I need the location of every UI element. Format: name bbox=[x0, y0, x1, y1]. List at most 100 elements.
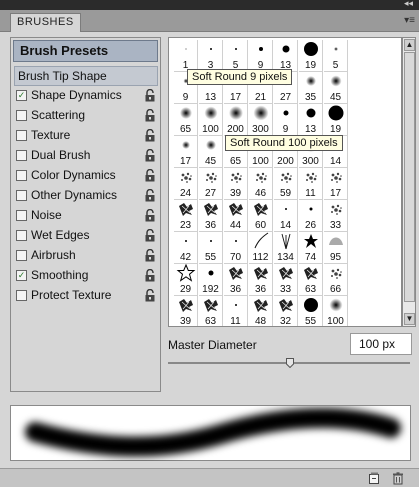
brush-preset[interactable]: 33 bbox=[274, 264, 298, 296]
panel-menu-icon[interactable]: ▾≡ bbox=[404, 15, 415, 26]
lock-icon[interactable] bbox=[144, 109, 156, 122]
brush-preset[interactable]: 59 bbox=[274, 168, 298, 200]
brush-preset[interactable]: 11 bbox=[299, 168, 323, 200]
tab-brushes[interactable]: BRUSHES bbox=[10, 13, 81, 32]
option-checkbox[interactable] bbox=[16, 230, 27, 241]
brush-preset[interactable]: 32 bbox=[274, 296, 298, 326]
brush-preset[interactable]: 26 bbox=[299, 200, 323, 232]
option-scattering[interactable]: Scattering bbox=[14, 106, 158, 126]
scroll-down-button[interactable]: ▼ bbox=[404, 313, 415, 325]
lock-icon[interactable] bbox=[144, 189, 156, 202]
brush-preset[interactable]: 46 bbox=[249, 168, 273, 200]
brush-preset[interactable]: 11 bbox=[224, 296, 248, 326]
option-noise[interactable]: Noise bbox=[14, 206, 158, 226]
brush-preset[interactable]: 17 bbox=[174, 136, 198, 168]
lock-icon[interactable] bbox=[144, 249, 156, 262]
brush-preset[interactable]: 3 bbox=[199, 40, 223, 72]
option-checkbox[interactable] bbox=[16, 190, 27, 201]
new-brush-icon[interactable] bbox=[368, 472, 380, 485]
brush-preset[interactable]: 48 bbox=[249, 296, 273, 326]
lock-icon[interactable] bbox=[144, 269, 156, 282]
option-checkbox[interactable]: ✓ bbox=[16, 270, 27, 281]
brush-preset[interactable]: 74 bbox=[299, 232, 323, 264]
brush-preset[interactable]: 60 bbox=[249, 200, 273, 232]
option-brush-tip-shape[interactable]: Brush Tip Shape bbox=[14, 66, 158, 86]
option-checkbox[interactable]: ✓ bbox=[16, 90, 27, 101]
brush-preset[interactable]: 29 bbox=[174, 264, 198, 296]
brush-preset[interactable]: 100 bbox=[324, 296, 348, 326]
brush-preset[interactable]: 19 bbox=[299, 40, 323, 72]
option-other-dynamics[interactable]: Other Dynamics bbox=[14, 186, 158, 206]
brush-preset[interactable]: 19 bbox=[324, 104, 348, 136]
brush-preset[interactable]: 63 bbox=[199, 296, 223, 326]
master-diameter-slider-thumb[interactable] bbox=[286, 358, 294, 368]
brush-preset[interactable]: 36 bbox=[249, 264, 273, 296]
brush-preset[interactable]: 39 bbox=[174, 296, 198, 326]
brush-preset[interactable]: 55 bbox=[199, 232, 223, 264]
lock-icon[interactable] bbox=[144, 149, 156, 162]
option-smoothing[interactable]: ✓ Smoothing bbox=[14, 266, 158, 286]
brush-preset[interactable]: 45 bbox=[324, 72, 348, 104]
brush-preset[interactable]: 300 bbox=[249, 104, 273, 136]
brush-presets-button[interactable]: Brush Presets bbox=[13, 40, 158, 62]
brush-preset[interactable]: 65 bbox=[174, 104, 198, 136]
brush-preset[interactable]: 35 bbox=[299, 72, 323, 104]
brush-preset[interactable]: 45 bbox=[199, 136, 223, 168]
lock-icon[interactable] bbox=[144, 229, 156, 242]
collapse-icon[interactable]: ◂◂ bbox=[404, 0, 413, 9]
brush-preset[interactable]: 70 bbox=[224, 232, 248, 264]
trash-icon[interactable] bbox=[392, 472, 404, 485]
brush-preset[interactable]: 66 bbox=[324, 264, 348, 296]
scroll-up-button[interactable]: ▲ bbox=[404, 39, 415, 51]
brush-preset[interactable]: 55 bbox=[299, 296, 323, 326]
brush-preset[interactable]: 112 bbox=[249, 232, 273, 264]
lock-icon[interactable] bbox=[144, 129, 156, 142]
scroll-thumb[interactable] bbox=[404, 52, 415, 302]
brush-preset[interactable]: 39 bbox=[224, 168, 248, 200]
brush-preset[interactable]: 36 bbox=[224, 264, 248, 296]
brush-preset[interactable]: 23 bbox=[174, 200, 198, 232]
brush-preset[interactable]: 100 bbox=[199, 104, 223, 136]
option-color-dynamics[interactable]: Color Dynamics bbox=[14, 166, 158, 186]
brush-preset[interactable]: 44 bbox=[224, 200, 248, 232]
brush-preset[interactable]: 14 bbox=[274, 200, 298, 232]
option-checkbox[interactable] bbox=[16, 210, 27, 221]
brush-preset[interactable]: 9 bbox=[249, 40, 273, 72]
brush-preset[interactable]: 1 bbox=[174, 40, 198, 72]
brush-preset[interactable]: 42 bbox=[174, 232, 198, 264]
option-wet-edges[interactable]: Wet Edges bbox=[14, 226, 158, 246]
brush-preset[interactable]: 5 bbox=[324, 40, 348, 72]
option-checkbox[interactable] bbox=[16, 130, 27, 141]
brush-preset[interactable]: 9 bbox=[274, 104, 298, 136]
lock-icon[interactable] bbox=[144, 209, 156, 222]
option-checkbox[interactable] bbox=[16, 110, 27, 121]
lock-icon[interactable] bbox=[144, 289, 156, 302]
brush-grid-scrollbar[interactable]: ▲ ▼ bbox=[402, 37, 416, 327]
option-airbrush[interactable]: Airbrush bbox=[14, 246, 158, 266]
brush-preset[interactable]: 95 bbox=[324, 232, 348, 264]
option-checkbox[interactable] bbox=[16, 290, 27, 301]
brush-tip-shape bbox=[303, 267, 318, 280]
brush-preset[interactable]: 33 bbox=[324, 200, 348, 232]
brush-preset[interactable]: 200 bbox=[224, 104, 248, 136]
brush-preset[interactable]: 27 bbox=[199, 168, 223, 200]
brush-preset[interactable]: 63 bbox=[299, 264, 323, 296]
brush-preset[interactable]: 36 bbox=[199, 200, 223, 232]
brush-preset[interactable]: 17 bbox=[324, 168, 348, 200]
option-dual-brush[interactable]: Dual Brush bbox=[14, 146, 158, 166]
brush-preset[interactable]: 134 bbox=[274, 232, 298, 264]
brush-preset[interactable]: 192 bbox=[199, 264, 223, 296]
option-checkbox[interactable] bbox=[16, 150, 27, 161]
brush-preset[interactable]: 5 bbox=[224, 40, 248, 72]
brush-preset[interactable]: 24 bbox=[174, 168, 198, 200]
option-shape-dynamics[interactable]: ✓ Shape Dynamics bbox=[14, 86, 158, 106]
lock-icon[interactable] bbox=[144, 169, 156, 182]
brush-preset[interactable]: 13 bbox=[299, 104, 323, 136]
option-protect-texture[interactable]: Protect Texture bbox=[14, 286, 158, 306]
master-diameter-input[interactable] bbox=[350, 333, 412, 355]
option-checkbox[interactable] bbox=[16, 170, 27, 181]
lock-icon[interactable] bbox=[144, 89, 156, 102]
option-checkbox[interactable] bbox=[16, 250, 27, 261]
option-texture[interactable]: Texture bbox=[14, 126, 158, 146]
brush-preset[interactable]: 13 bbox=[274, 40, 298, 72]
